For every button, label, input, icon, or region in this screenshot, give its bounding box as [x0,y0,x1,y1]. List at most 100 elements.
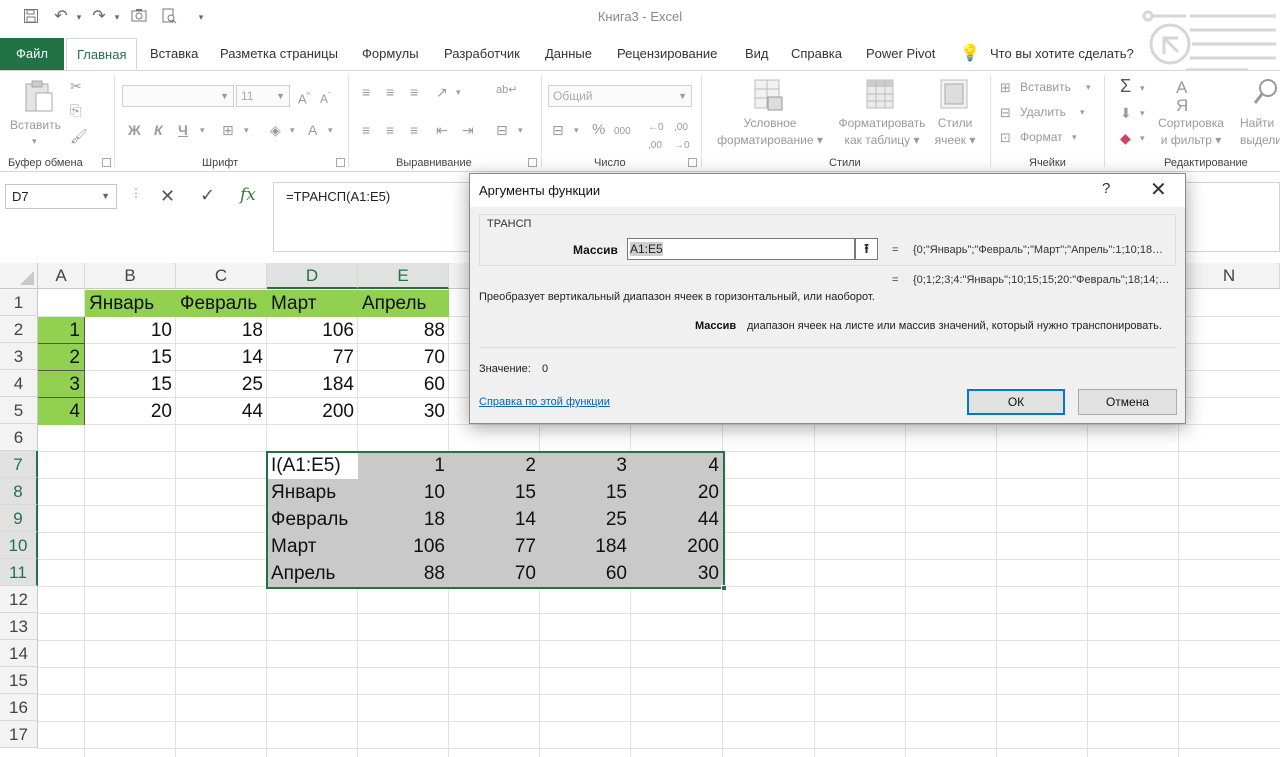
sort-filter-icon[interactable]: AЯ [1176,79,1188,115]
format-dropdown-icon[interactable]: ▾ [1072,129,1077,146]
cell-h7[interactable]: 4 [631,452,723,479]
tab-page-layout[interactable]: Разметка страницы [210,38,348,70]
font-name-combo[interactable]: ▼ [122,85,234,107]
cell-f10[interactable]: 77 [449,533,540,560]
cell-d9[interactable]: Февраль [267,506,358,533]
cancel-button[interactable]: Отмена [1078,389,1177,415]
cell-d11[interactable]: Апрель [267,560,358,587]
cell-e1[interactable]: Апрель [358,290,449,317]
row-header-5[interactable]: 5 [0,397,38,424]
column-header-b[interactable]: B [85,263,176,289]
increase-indent-icon[interactable]: ⇥ [462,121,474,139]
cell-d4[interactable]: 184 [267,371,358,398]
dialog-title-bar[interactable]: Аргументы функции ? ✕ [470,174,1185,207]
insert-cells-button[interactable]: Вставить [1020,79,1071,96]
row-header-17[interactable]: 17 [0,721,38,748]
cancel-entry-icon[interactable]: ✕ [160,186,175,207]
row-header-4[interactable]: 4 [0,370,38,397]
align-middle-icon[interactable]: ≡ [386,83,394,101]
autosum-dropdown-icon[interactable]: ▾ [1140,79,1145,97]
row-header-3[interactable]: 3 [0,343,38,370]
orientation-icon[interactable]: ↗ [436,83,448,101]
cell-e10[interactable]: 106 [358,533,449,560]
cell-b4[interactable]: 15 [85,371,176,398]
bold-button[interactable]: Ж [128,121,141,139]
cell-f11[interactable]: 70 [449,560,540,587]
cell-h11[interactable]: 30 [631,560,723,587]
cell-e11[interactable]: 88 [358,560,449,587]
select-all-corner[interactable] [0,263,38,289]
delete-cells-icon[interactable]: ⊟ [1000,104,1011,122]
row-header-1[interactable]: 1 [0,289,38,316]
clipboard-launcher-icon[interactable] [102,158,111,167]
function-help-link[interactable]: Справка по этой функции [479,396,610,408]
underline-dropdown-icon[interactable]: ▾ [200,121,205,139]
cell-e5[interactable]: 30 [358,398,449,425]
delete-dropdown-icon[interactable]: ▾ [1080,104,1085,121]
cell-c2[interactable]: 18 [176,317,267,344]
column-header-d[interactable]: D [267,263,358,289]
cell-styles-button[interactable]: Стили ячеек ▾ [932,115,978,149]
borders-icon[interactable]: ⊞ [222,121,234,139]
tab-data[interactable]: Данные [535,38,602,70]
cell-f8[interactable]: 15 [449,479,540,506]
cell-e7[interactable]: 1 [358,452,449,479]
increase-decimal-icon[interactable]: ←0,00 [648,119,664,155]
borders-dropdown-icon[interactable]: ▾ [244,121,249,139]
cell-a5[interactable]: 4 [38,398,85,425]
clear-icon[interactable]: ◆ [1120,129,1131,147]
cell-h9[interactable]: 44 [631,506,723,533]
name-box[interactable]: D7 ▼ [5,184,117,209]
cell-d5[interactable]: 200 [267,398,358,425]
row-header-6[interactable]: 6 [0,424,38,451]
column-header-c[interactable]: C [176,263,267,289]
tell-me-input[interactable]: Что вы хотите сделать? [980,38,1144,70]
decrease-decimal-icon[interactable]: ,00 →0 [674,119,690,155]
cell-g7[interactable]: 3 [540,452,631,479]
ok-button[interactable]: ОК [967,389,1065,415]
confirm-entry-icon[interactable]: ✓ [200,185,215,206]
conditional-formatting-button[interactable]: Условное форматирование ▾ [712,115,828,149]
copy-icon[interactable]: ⎘ [70,101,81,119]
alignment-launcher-icon[interactable] [528,158,537,167]
find-select-button[interactable]: Найти выдели [1240,115,1280,149]
format-cells-icon[interactable]: ⊡ [1000,129,1011,147]
cell-h8[interactable]: 20 [631,479,723,506]
align-center-icon[interactable]: ≡ [386,121,394,139]
fill-color-icon[interactable]: ◈ [270,121,281,139]
wrap-text-icon[interactable]: ab↵ [496,81,517,99]
cell-c1[interactable]: Февраль [176,290,267,317]
format-as-table-icon[interactable] [866,79,896,115]
font-color-dropdown-icon[interactable]: ▾ [328,121,333,139]
cell-b3[interactable]: 15 [85,344,176,371]
thousands-separator-icon[interactable]: 000 [614,123,631,141]
cell-d1[interactable]: Март [267,290,358,317]
help-icon[interactable]: ? [1102,180,1110,197]
tab-view[interactable]: Вид [735,38,779,70]
cell-h10[interactable]: 200 [631,533,723,560]
column-header-e[interactable]: E [358,263,449,289]
grow-font-icon[interactable]: A^ [298,87,310,108]
merge-center-icon[interactable]: ⊟ [496,121,508,139]
cell-g10[interactable]: 184 [540,533,631,560]
row-header-13[interactable]: 13 [0,613,38,640]
conditional-formatting-icon[interactable] [754,79,784,115]
cell-e8[interactable]: 10 [358,479,449,506]
cell-d2[interactable]: 106 [267,317,358,344]
paste-dropdown-icon[interactable]: ▾ [32,133,37,150]
row-header-11[interactable]: 11 [0,559,38,586]
number-format-combo[interactable]: Общий ▼ [548,85,692,107]
cell-b5[interactable]: 20 [85,398,176,425]
format-as-table-button[interactable]: Форматировать как таблицу ▾ [830,115,934,149]
fill-dropdown-icon[interactable]: ▾ [1140,104,1145,122]
tab-home[interactable]: Главная [66,38,138,70]
find-select-icon[interactable] [1252,77,1280,111]
align-left-icon[interactable]: ≡ [362,121,370,139]
clear-dropdown-icon[interactable]: ▾ [1140,129,1145,147]
tab-formulas[interactable]: Формулы [352,38,429,70]
cell-f7[interactable]: 2 [449,452,540,479]
column-header-n[interactable]: N [1179,263,1280,289]
paste-icon[interactable] [22,79,54,117]
tab-developer[interactable]: Разработчик [434,38,530,70]
decrease-indent-icon[interactable]: ⇤ [436,121,448,139]
